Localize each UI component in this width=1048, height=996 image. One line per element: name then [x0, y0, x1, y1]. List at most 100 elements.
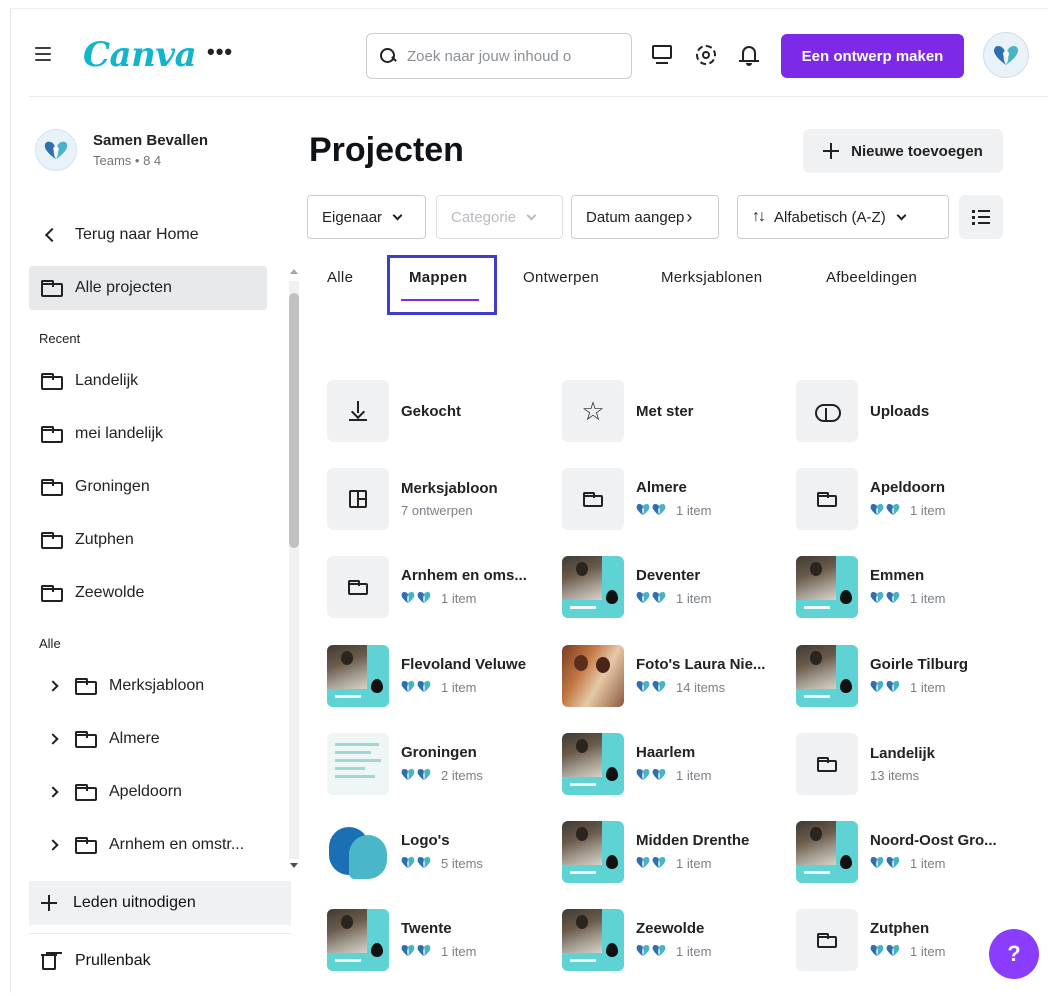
chevron-right-icon[interactable] — [47, 733, 59, 745]
folder-card[interactable]: Landelijk 13 items — [796, 732, 1022, 796]
back-home-link[interactable]: Terug naar Home — [29, 213, 267, 257]
item-count: 1 item — [676, 944, 712, 959]
card-title: Midden Drenthe — [636, 832, 750, 849]
sidebar-folder[interactable]: Apeldoorn — [29, 770, 267, 814]
card-title: Deventer — [636, 567, 701, 584]
sidebar-item-recent[interactable]: Landelijk — [29, 359, 267, 403]
owner-filter[interactable]: Eigenaar — [307, 195, 426, 239]
folder-card[interactable]: Merksjabloon 7 ontwerpen — [327, 467, 553, 531]
item-count: 1 item — [910, 680, 946, 695]
tab-designs[interactable]: Ontwerpen — [523, 269, 599, 286]
card-subtitle: 1 item — [636, 943, 711, 960]
logo-thumbnail — [327, 821, 389, 883]
folder-card[interactable]: Deventer 1 item — [562, 555, 788, 619]
team-logo-icon — [401, 590, 431, 607]
folder-card[interactable]: Twente 1 item — [327, 908, 553, 972]
card-title: Arnhem en oms... — [401, 567, 527, 584]
trash-link[interactable]: Prullenbak — [29, 939, 291, 983]
team-logo-icon — [401, 855, 431, 872]
chevron-down-icon — [896, 210, 907, 220]
folder-card[interactable]: Flevoland Veluwe 1 item — [327, 644, 553, 708]
folder-card[interactable]: Arnhem en oms... 1 item — [327, 555, 553, 619]
tab-all[interactable]: Alle — [327, 269, 353, 286]
sidebar-scrollbar[interactable] — [287, 265, 301, 875]
folder-card[interactable]: Groningen 2 items — [327, 732, 553, 796]
sidebar-item-all-projects[interactable]: Alle projecten — [29, 266, 267, 310]
folder-card[interactable]: Foto's Laura Nie... 14 items — [562, 644, 788, 708]
folder-card[interactable]: Zutphen 1 item — [796, 908, 1022, 972]
invite-members-button[interactable]: Leden uitnodigen — [29, 881, 291, 925]
sidebar-folder[interactable]: Merksjabloon — [29, 664, 267, 708]
folder-card[interactable]: Midden Drenthe 1 item — [562, 820, 788, 884]
team-logo-icon — [870, 943, 900, 960]
folder-card[interactable]: Uploads — [796, 379, 1022, 443]
sidebar-item-recent[interactable]: mei landelijk — [29, 412, 267, 456]
item-count: 1 item — [676, 503, 712, 518]
card-subtitle: 5 items — [401, 855, 483, 872]
card-subtitle: 1 item — [636, 590, 711, 607]
desktop-icon[interactable] — [651, 43, 675, 67]
more-icon[interactable]: ••• — [207, 39, 233, 65]
all-heading: Alle — [39, 636, 61, 651]
folder-card[interactable]: ☆ Met ster — [562, 379, 788, 443]
folder-icon — [41, 478, 63, 496]
chevron-right-icon[interactable] — [47, 839, 59, 851]
scroll-thumb[interactable] — [289, 293, 299, 548]
sidebar-item-recent[interactable]: Zeewolde — [29, 571, 267, 615]
folder-card[interactable]: Emmen 1 item — [796, 555, 1022, 619]
card-subtitle: 1 item — [870, 679, 968, 696]
search-input[interactable] — [407, 47, 607, 65]
date-filter[interactable]: Datum aangep › — [571, 195, 719, 239]
add-new-button[interactable]: Nieuwe toevoegen — [803, 129, 1003, 173]
star-icon: ☆ — [581, 396, 605, 426]
tab-brand-templates[interactable]: Merksjablonen — [661, 269, 762, 286]
folder-card[interactable]: Almere 1 item — [562, 467, 788, 531]
tab-bar: Alle Mappen Ontwerpen Merksjablonen Afbe… — [307, 255, 1007, 319]
scroll-up-icon[interactable] — [290, 269, 298, 274]
tab-images[interactable]: Afbeeldingen — [826, 269, 917, 286]
folder-card[interactable]: Noord-Oost Gro... 1 item — [796, 820, 1022, 884]
invite-label: Leden uitnodigen — [73, 894, 196, 911]
sidebar-folder[interactable]: Almere — [29, 717, 267, 761]
folder-icon — [41, 425, 63, 443]
card-title: Zeewolde — [636, 920, 705, 937]
header-divider — [29, 96, 1048, 97]
folder-card[interactable]: Gekocht — [327, 379, 553, 443]
folder-open-icon — [41, 279, 63, 297]
sidebar-folder[interactable]: Arnhem en omstr... — [29, 823, 267, 867]
trash-label: Prullenbak — [75, 952, 151, 969]
bell-icon[interactable] — [737, 43, 761, 67]
team-logo-icon — [44, 141, 68, 160]
team-logo-icon — [636, 767, 666, 784]
folder-card[interactable]: Logo's 5 items — [327, 820, 553, 884]
search-box[interactable] — [366, 33, 632, 79]
sidebar-item-recent[interactable]: Groningen — [29, 465, 267, 509]
menu-icon[interactable] — [35, 47, 51, 61]
photo-thumbnail — [562, 909, 624, 971]
chevron-right-icon[interactable] — [47, 680, 59, 692]
scroll-down-icon[interactable] — [290, 863, 298, 868]
user-avatar[interactable] — [983, 32, 1029, 78]
card-title: Uploads — [870, 402, 930, 420]
sort-dropdown[interactable]: ↑↓ Alfabetisch (A-Z) — [737, 195, 949, 239]
chevron-right-icon[interactable] — [47, 786, 59, 798]
create-design-button[interactable]: Een ontwerp maken — [781, 34, 964, 78]
template-icon — [349, 490, 367, 508]
chevron-left-icon — [44, 227, 60, 243]
category-filter[interactable]: Categorie — [436, 195, 563, 239]
folder-card[interactable]: Goirle Tilburg 1 item — [796, 644, 1022, 708]
gear-icon[interactable] — [694, 43, 718, 67]
help-button[interactable]: ? — [989, 929, 1039, 979]
folder-card[interactable]: Haarlem 1 item — [562, 732, 788, 796]
card-subtitle: 1 item — [870, 855, 997, 872]
team-switcher[interactable]: Samen Bevallen Teams • 8 4 — [35, 129, 208, 171]
chevron-right-icon[interactable]: › — [686, 207, 692, 228]
team-logo-icon — [401, 679, 431, 696]
main-content: Projecten Nieuwe toevoegen Eigenaar Cate… — [307, 103, 1048, 993]
folder-card[interactable]: Zeewolde 1 item — [562, 908, 788, 972]
item-count: 1 item — [910, 503, 946, 518]
folder-card[interactable]: Apeldoorn 1 item — [796, 467, 1022, 531]
canva-logo[interactable]: Canva — [83, 35, 197, 75]
sidebar-item-recent[interactable]: Zutphen — [29, 518, 267, 562]
list-view-button[interactable] — [959, 195, 1003, 239]
